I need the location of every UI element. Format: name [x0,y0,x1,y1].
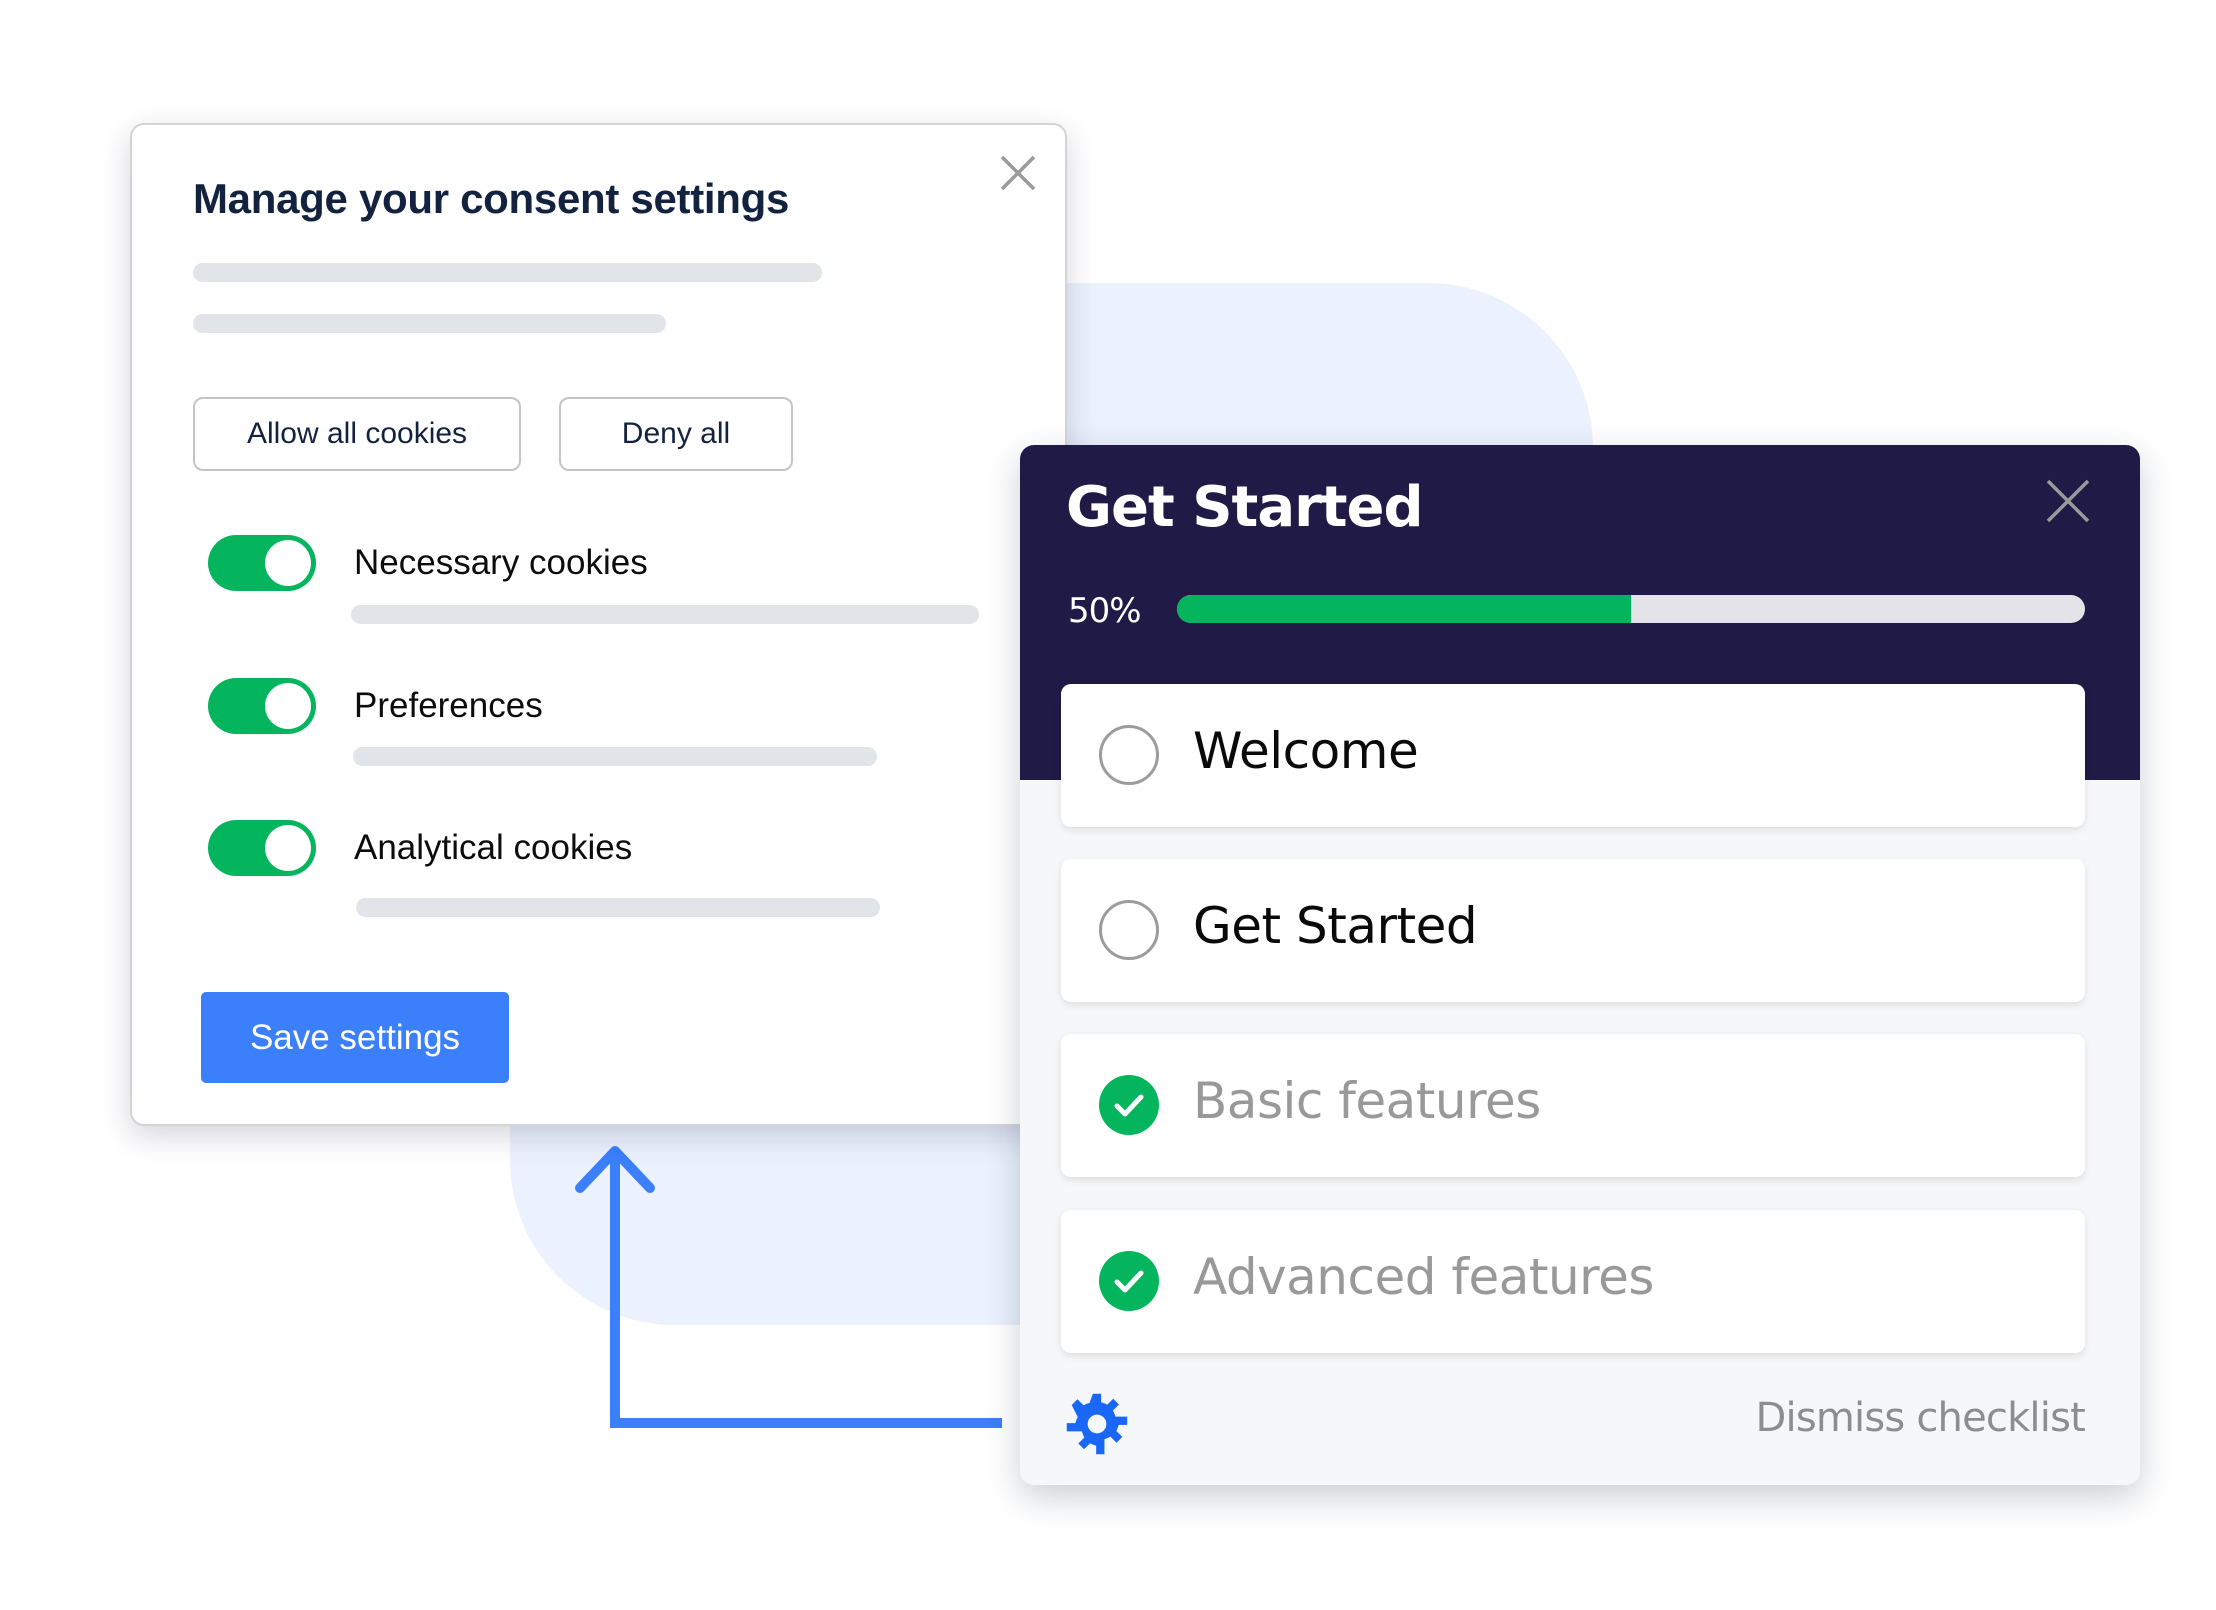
text-placeholder [193,263,822,282]
dismiss-checklist-link[interactable]: Dismiss checklist [1756,1395,2086,1441]
onboarding-checklist: Get Started 50% Welcome Get Started Basic … [1020,445,2140,1485]
consent-settings-dialog: Manage your consent settings Allow all c… [130,123,1067,1126]
text-placeholder [353,747,877,766]
checklist-item[interactable]: Basic features [1061,1034,2085,1177]
checklist-item[interactable]: Get Started [1061,859,2085,1002]
checklist-item[interactable]: Advanced features [1061,1210,2085,1353]
empty-circle-icon [1099,725,1159,785]
checklist-item[interactable]: Welcome [1061,684,2085,827]
checklist-title: Get Started [1066,475,1424,540]
empty-circle-icon [1099,900,1159,960]
check-circle-icon [1099,1075,1159,1135]
checklist-item-label: Welcome [1193,722,1419,780]
save-settings-button[interactable]: Save settings [201,992,509,1083]
toggle-knob [265,540,311,586]
deny-all-button[interactable]: Deny all [559,397,793,471]
necessary-cookies-toggle[interactable] [208,535,316,591]
check-circle-icon [1099,1251,1159,1311]
progress-bar [1177,595,2085,623]
toggle-knob [265,825,311,871]
toggle-label: Preferences [354,686,543,725]
progress-percent: 50% [1068,591,1142,631]
toggle-knob [265,683,311,729]
toggle-label: Necessary cookies [354,543,648,582]
allow-all-cookies-button[interactable]: Allow all cookies [193,397,521,471]
checklist-item-label: Basic features [1193,1072,1541,1130]
analytical-cookies-toggle[interactable] [208,820,316,876]
progress-bar-fill [1177,595,1631,623]
gear-icon[interactable] [1064,1391,1130,1457]
close-icon[interactable] [992,147,1044,199]
dialog-title: Manage your consent settings [193,175,790,222]
checklist-item-label: Get Started [1193,897,1478,955]
preferences-toggle[interactable] [208,678,316,734]
checklist-item-label: Advanced features [1193,1248,1654,1306]
text-placeholder [356,898,880,917]
toggle-label: Analytical cookies [354,828,633,867]
close-icon[interactable] [2042,475,2094,527]
text-placeholder [351,605,979,624]
text-placeholder [193,314,666,333]
